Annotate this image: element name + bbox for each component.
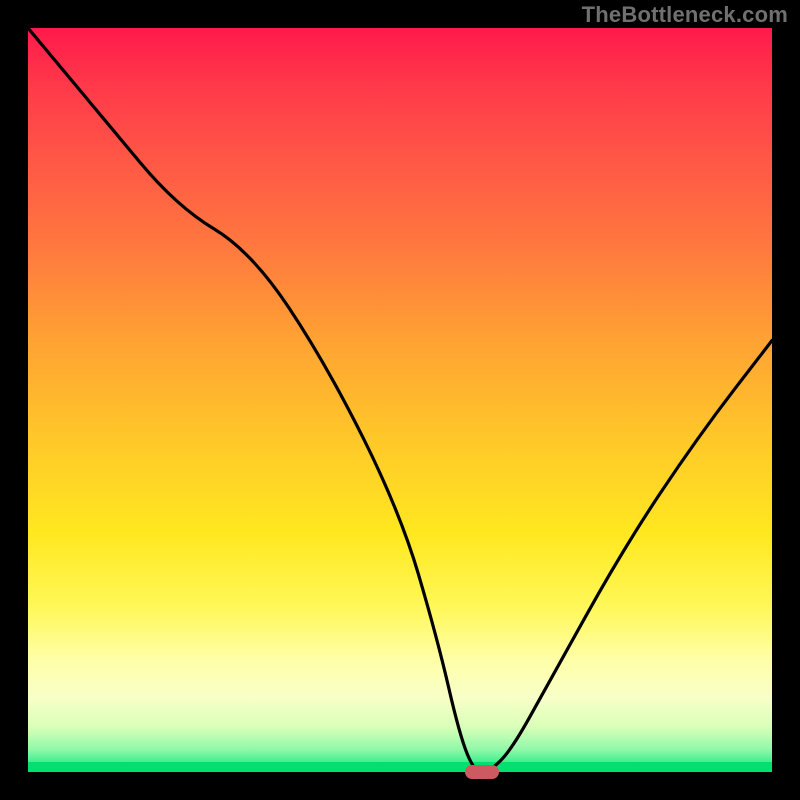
- optimum-marker: [465, 765, 499, 779]
- watermark-text: TheBottleneck.com: [582, 2, 788, 28]
- plot-area: [28, 28, 772, 772]
- curve-path: [28, 28, 772, 772]
- chart-frame: TheBottleneck.com: [0, 0, 800, 800]
- bottleneck-curve: [28, 28, 772, 772]
